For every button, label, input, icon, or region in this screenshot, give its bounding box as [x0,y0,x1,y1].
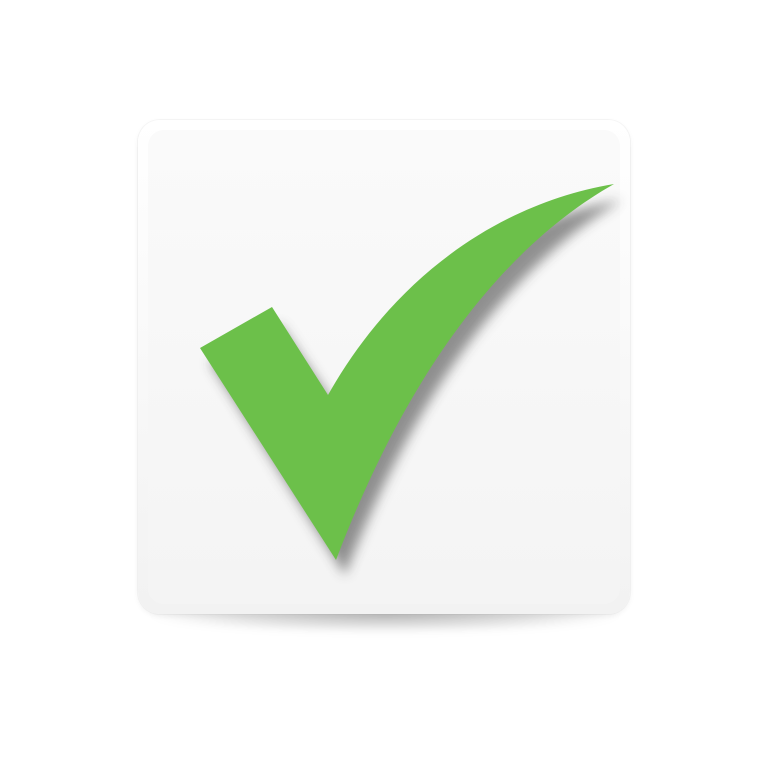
checkmark-tile-graphic [0,0,768,768]
checkmark-icon [200,184,622,575]
